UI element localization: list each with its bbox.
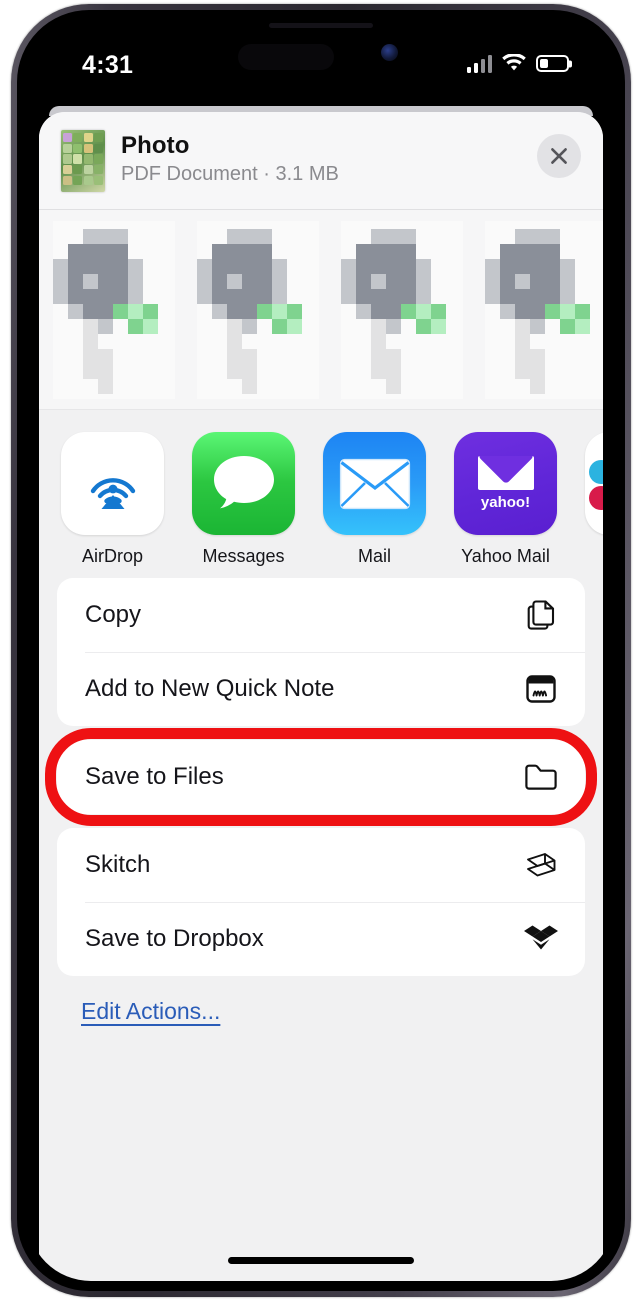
copy-documents-icon: [523, 597, 559, 633]
action-row-save-to-files[interactable]: Save to Files: [57, 740, 585, 814]
share-target-messages[interactable]: Messages: [192, 432, 295, 567]
messages-icon: [192, 432, 295, 535]
yahoo-mail-icon: yahoo!: [454, 432, 557, 535]
action-group-1: Copy Add to New Quick Note: [57, 578, 585, 726]
document-thumbnail: [61, 130, 105, 192]
skitch-icon: [523, 847, 559, 883]
notch-pill: [238, 44, 334, 70]
action-group-3: Skitch Save to Dropbox: [57, 828, 585, 976]
phone-screen: 4:31 Photo PDF Document · 3.1 MB AirDrop…: [27, 20, 615, 1281]
airdrop-icon: [61, 432, 164, 535]
document-subtitle: PDF Document · 3.1 MB: [121, 163, 339, 185]
wifi-icon: [502, 54, 526, 71]
action-row-quick-note[interactable]: Add to New Quick Note: [57, 652, 585, 726]
app-label: AirDrop: [81, 546, 143, 566]
front-camera-icon: [381, 44, 398, 61]
quick-note-icon: [523, 671, 559, 707]
notch: [210, 20, 432, 86]
share-target-more[interactable]: [585, 432, 603, 546]
preview-page: [197, 220, 319, 399]
share-sheet: Photo PDF Document · 3.1 MB AirDrop Mess…: [39, 112, 603, 1281]
home-indicator[interactable]: [228, 1257, 414, 1264]
action-label: Add to New Quick Note: [85, 675, 335, 702]
dropbox-icon: [523, 921, 559, 957]
action-row-copy[interactable]: Copy: [57, 578, 585, 652]
action-label: Save to Dropbox: [85, 925, 264, 952]
status-time: 4:31: [82, 51, 134, 79]
document-title: Photo: [121, 132, 190, 159]
app-label: Mail: [357, 546, 391, 566]
preview-page: [53, 220, 175, 399]
preview-page: [485, 220, 603, 399]
more-apps-icon: [585, 432, 603, 535]
edit-actions-link[interactable]: Edit Actions...: [39, 998, 220, 1025]
highlighted-action-group: Save to Files: [45, 728, 597, 826]
status-bar: 4:31: [27, 20, 615, 96]
yahoo-wordmark: yahoo!: [480, 494, 531, 511]
share-target-airdrop[interactable]: AirDrop: [61, 432, 164, 567]
action-label: Skitch: [85, 851, 151, 878]
earpiece-speaker: [269, 23, 373, 28]
app-label: Yahoo Mail: [461, 546, 550, 566]
action-label: Copy: [85, 601, 142, 628]
document-preview-strip[interactable]: [39, 210, 603, 410]
close-x-icon: [551, 148, 567, 164]
share-app-row[interactable]: AirDrop Messages Mail yahoo! Yahoo Mail: [39, 410, 603, 578]
app-label: Messages: [202, 546, 285, 566]
cellular-signal-icon: [466, 54, 492, 73]
action-label: Save to Files: [85, 763, 224, 790]
status-indicators: [466, 54, 572, 73]
action-row-save-to-dropbox[interactable]: Save to Dropbox: [57, 902, 585, 976]
share-target-yahoo-mail[interactable]: yahoo! Yahoo Mail: [454, 432, 557, 567]
share-sheet-header: Photo PDF Document · 3.1 MB: [39, 112, 603, 210]
envelope-shape: [477, 456, 534, 490]
mail-icon: [323, 432, 426, 535]
share-target-mail[interactable]: Mail: [323, 432, 426, 567]
action-group-2: Save to Files: [57, 740, 585, 814]
preview-page: [341, 220, 463, 399]
folder-icon: [523, 759, 559, 795]
action-row-skitch[interactable]: Skitch: [57, 828, 585, 902]
close-button[interactable]: [537, 134, 581, 178]
battery-low-icon: [536, 55, 572, 72]
